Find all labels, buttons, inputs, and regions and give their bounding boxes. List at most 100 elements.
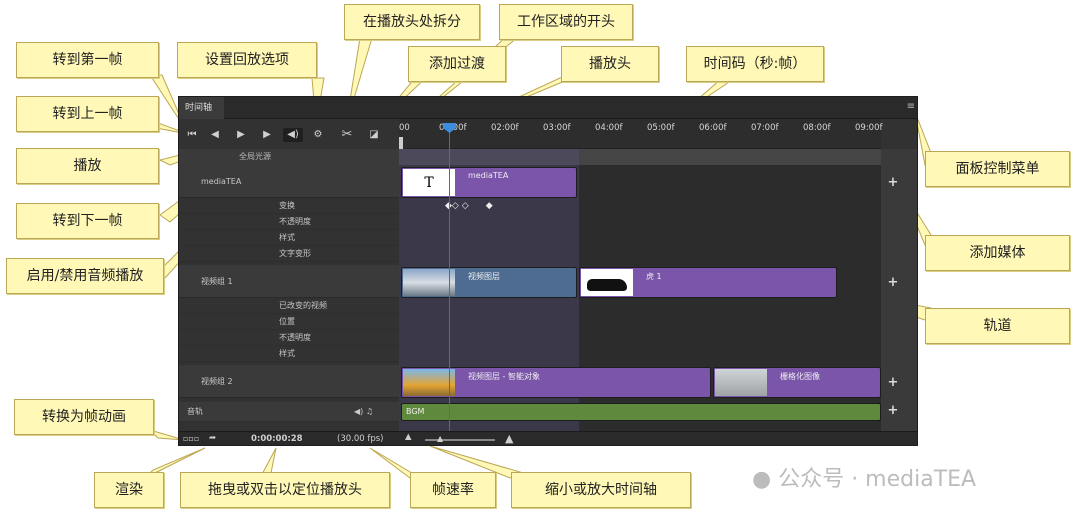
ruler-label: 02:00f [491, 123, 519, 133]
video-thumbnail [403, 269, 455, 296]
framerate-display: (30.00 fps) [337, 434, 384, 444]
zoom-out-icon[interactable]: ▲ [405, 432, 412, 442]
label-work-area-start: 工作区域的开头 [499, 4, 633, 40]
prop-row: 样式 [179, 346, 399, 362]
label-prev-frame: 转到上一帧 [16, 96, 159, 132]
audio-toggle-button[interactable]: ◀) [283, 128, 303, 142]
label-track: 轨道 [925, 308, 1070, 344]
track-header-video-group-1[interactable]: 视频组 1 [179, 265, 399, 298]
next-frame-button[interactable]: ▶ [259, 128, 275, 142]
prop-label: 已改变的视频 [279, 301, 327, 310]
bottom-bar: ▫▫▫ ➦ 0:00:00:28 (30.00 fps) ▲ ▲ ▲ [179, 431, 917, 445]
ruler-label: 00 [399, 123, 410, 133]
label-convert-frame-anim: 转换为帧动画 [14, 399, 154, 435]
track-name: 音轨 [187, 407, 203, 416]
add-media-strip [881, 149, 917, 435]
prop-label: 变换 [279, 201, 295, 210]
prop-label: 文字变形 [279, 249, 311, 258]
add-media-button[interactable]: + [883, 375, 903, 390]
clip-label: mediaTEA [468, 171, 509, 180]
prop-label: 样式 [279, 233, 295, 242]
label-framerate: 帧速率 [410, 472, 496, 508]
work-area-start-handle[interactable] [399, 137, 403, 149]
watermark: ● 公众号 · mediaTEA [752, 461, 976, 493]
render-icon[interactable]: ➦ [209, 433, 216, 443]
clip-label: 视频图层 [468, 272, 500, 281]
label-add-transition: 添加过渡 [408, 46, 506, 82]
label-playhead: 播放头 [561, 46, 659, 82]
play-button[interactable]: ▶ [233, 128, 249, 142]
tiger-thumbnail [581, 269, 633, 296]
prev-frame-button[interactable]: ◀ [207, 128, 223, 142]
transition-icon[interactable]: ◪ [366, 128, 382, 142]
text-thumbnail: T [403, 169, 455, 196]
ruler-label: 07:00f [751, 123, 779, 133]
track-name: 视频组 1 [201, 277, 233, 286]
prop-label: 不透明度 [279, 217, 311, 226]
prop-row: 不透明度 [179, 330, 399, 346]
clip-label: 栅格化图像 [780, 372, 820, 381]
ruler-label: 03:00f [543, 123, 571, 133]
add-media-button[interactable]: + [883, 275, 903, 290]
prop-row: 文字变形 [179, 246, 399, 262]
add-media-button[interactable]: + [883, 175, 903, 190]
label-render: 渲染 [94, 472, 164, 508]
keyframe-markers[interactable]: ◆◇ ◇ ◆ [445, 201, 493, 211]
prop-label: 位置 [279, 317, 295, 326]
tab-timeline[interactable]: 时间轴 [179, 97, 224, 119]
clip-mediatea[interactable]: T mediaTEA [401, 167, 577, 198]
clip-label: 视频图层 - 智能对象 [468, 372, 540, 381]
first-frame-button[interactable]: ⏮ [184, 128, 200, 142]
audio-note-icon[interactable]: ◀) ♫ [354, 402, 373, 422]
zoom-in-icon[interactable]: ▲ [505, 432, 513, 445]
track-header-video-group-2[interactable]: 视频组 2 [179, 365, 399, 398]
panel-menu-icon[interactable]: ≡ [907, 102, 915, 112]
prop-label: 不透明度 [279, 333, 311, 342]
label-split: 在播放头处拆分 [344, 4, 480, 40]
label-next-frame: 转到下一帧 [16, 203, 159, 239]
clip-tiger[interactable]: 虎 1 [579, 267, 837, 298]
label-audio-toggle: 启用/禁用音频播放 [6, 258, 164, 294]
ruler-label: 09:00f [855, 123, 883, 133]
zoom-slider[interactable] [425, 439, 495, 441]
ruler-label: 06:00f [699, 123, 727, 133]
playhead-line [449, 127, 450, 435]
prop-row: 不透明度 [179, 214, 399, 230]
track-name: mediaTEA [201, 177, 242, 186]
label-first-frame: 转到第一帧 [16, 42, 159, 78]
clip-video-layer[interactable]: 视频图层 [401, 267, 577, 298]
smart-object-thumbnail [403, 369, 455, 396]
prop-row: 样式 [179, 230, 399, 246]
prop-row: 位置 [179, 314, 399, 330]
tab-bar: 时间轴 ≡ [179, 97, 917, 119]
raster-thumbnail [715, 369, 767, 396]
ruler-label: 04:00f [595, 123, 623, 133]
prop-label: 样式 [279, 349, 295, 358]
add-media-button[interactable]: + [883, 403, 903, 418]
zoom-slider-thumb[interactable]: ▲ [437, 434, 443, 443]
clip-smart-object[interactable]: 视频图层 - 智能对象 [401, 367, 711, 398]
clip-label: 虎 1 [646, 272, 662, 281]
watermark-text: 公众号 · mediaTEA [778, 467, 977, 492]
track-header-mediatea[interactable]: mediaTEA [179, 165, 399, 198]
track-header-audio[interactable]: 音轨 ◀) ♫ [179, 402, 399, 422]
split-scissors-icon[interactable]: ✂ [339, 128, 355, 142]
clip-bgm[interactable]: BGM [401, 403, 881, 421]
ruler-label: 08:00f [803, 123, 831, 133]
ruler-label: 05:00f [647, 123, 675, 133]
playback-settings-gear-icon[interactable]: ⚙ [310, 128, 326, 142]
label-zoom: 缩小或放大时间轴 [511, 472, 691, 508]
prop-row: 变换 [179, 198, 399, 214]
prop-row: 已改变的视频 [179, 298, 399, 314]
label-timecode: 时间码（秒:帧） [686, 46, 824, 82]
track-name: 视频组 2 [201, 377, 233, 386]
clip-rasterized[interactable]: 栅格化图像 [713, 367, 881, 398]
timecode-display[interactable]: 0:00:00:28 [251, 434, 303, 444]
label-panel-menu: 面板控制菜单 [925, 151, 1070, 187]
convert-frame-anim-icon[interactable]: ▫▫▫ [183, 434, 199, 443]
label-playback-options: 设置回放选项 [177, 42, 317, 78]
timeline-panel: 时间轴 ≡ ⏮ ◀ ▶ ▶ ◀) ⚙ ✂ ◪ 00 01:00f 02:00f … [178, 96, 918, 446]
label-add-media: 添加媒体 [925, 235, 1070, 271]
time-ruler[interactable]: 00 01:00f 02:00f 03:00f 04:00f 05:00f 06… [399, 119, 883, 149]
label-play: 播放 [16, 148, 159, 184]
